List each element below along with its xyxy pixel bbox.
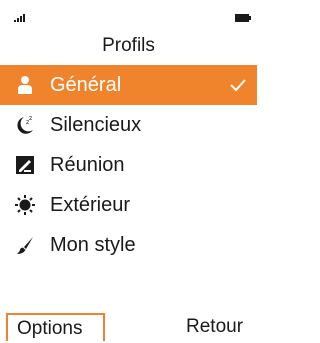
profile-item-silencieux[interactable]: z z Silencieux <box>0 105 257 145</box>
profile-label: Extérieur <box>50 194 131 216</box>
back-softkey[interactable]: Retour <box>186 313 252 341</box>
svg-text:z: z <box>29 115 32 122</box>
profile-label: Mon style <box>50 234 136 256</box>
moon-sleep-icon: z z <box>17 115 33 134</box>
sun-icon <box>15 195 35 215</box>
brush-icon <box>17 237 33 254</box>
meeting-icon <box>16 156 34 174</box>
profile-item-mon-style[interactable]: Mon style <box>0 225 257 265</box>
signal-icon <box>14 14 25 22</box>
battery-icon <box>235 14 251 22</box>
profile-label: Silencieux <box>50 114 142 136</box>
profile-item-reunion[interactable]: Réunion <box>0 145 257 185</box>
profile-item-general[interactable]: Général <box>0 65 257 105</box>
profile-list: Général z z Silencieux Réunion Extérieur… <box>0 65 257 265</box>
page-title: Profils <box>102 35 155 56</box>
profile-label: Réunion <box>50 154 125 176</box>
options-softkey[interactable]: Options <box>6 313 105 341</box>
user-icon <box>18 76 32 94</box>
profile-item-exterieur[interactable]: Extérieur <box>0 185 257 225</box>
check-icon <box>230 79 246 92</box>
profile-label: Général <box>50 74 122 96</box>
status-bar <box>0 0 257 28</box>
